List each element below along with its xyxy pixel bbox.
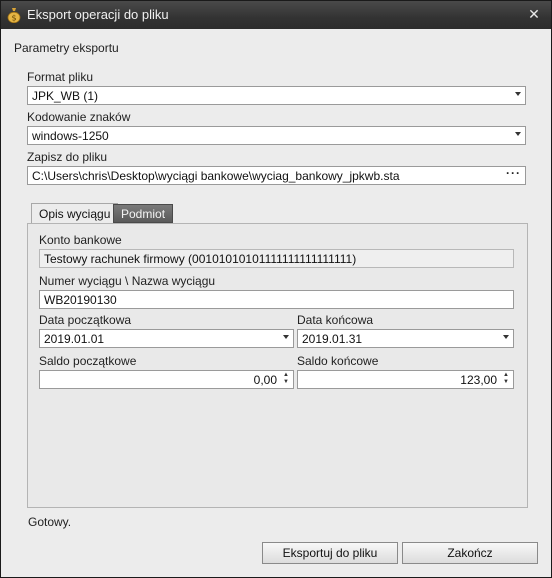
start-balance-stepper[interactable]: 0,00 ▲ ▼ bbox=[39, 370, 294, 389]
svg-text:$: $ bbox=[11, 14, 16, 23]
chevron-down-icon bbox=[503, 335, 509, 339]
start-date-label: Data początkowa bbox=[39, 313, 132, 327]
spin-arrows-icon[interactable]: ▲ ▼ bbox=[282, 372, 290, 387]
end-balance-label: Saldo końcowe bbox=[297, 354, 379, 368]
start-balance-label: Saldo początkowe bbox=[39, 354, 137, 368]
save-path-value: C:\Users\chris\Desktop\wyciągi bankowe\w… bbox=[32, 169, 400, 183]
end-date-value: 2019.01.31 bbox=[302, 332, 363, 346]
close-icon[interactable]: ✕ bbox=[525, 5, 543, 23]
end-date-picker[interactable]: 2019.01.31 bbox=[297, 329, 514, 348]
format-dropdown[interactable]: JPK_WB (1) bbox=[27, 86, 526, 105]
chevron-down-icon bbox=[283, 335, 289, 339]
export-button[interactable]: Eksportuj do pliku bbox=[262, 542, 398, 564]
finish-button[interactable]: Zakończ bbox=[402, 542, 538, 564]
account-value: Testowy rachunek firmowy (00101010101111… bbox=[44, 252, 357, 266]
export-dialog-window: $ Eksport operacji do pliku ✕ Parametry … bbox=[0, 0, 552, 578]
money-bag-icon: $ bbox=[7, 8, 21, 23]
start-balance-value: 0,00 bbox=[253, 373, 277, 387]
end-balance-value: 123,00 bbox=[460, 373, 497, 387]
end-date-label: Data końcowa bbox=[297, 313, 374, 327]
statement-number-input[interactable]: WB20190130 bbox=[39, 290, 514, 309]
spin-arrows-icon[interactable]: ▲ ▼ bbox=[502, 372, 510, 387]
tab-opis-wyciagu[interactable]: Opis wyciągu bbox=[31, 203, 119, 224]
end-balance-stepper[interactable]: 123,00 ▲ ▼ bbox=[297, 370, 514, 389]
encoding-value: windows-1250 bbox=[32, 129, 109, 143]
dialog-content: Parametry eksportu Format pliku JPK_WB (… bbox=[4, 31, 548, 575]
encoding-dropdown[interactable]: windows-1250 bbox=[27, 126, 526, 145]
format-value: JPK_WB (1) bbox=[32, 89, 99, 103]
section-title: Parametry eksportu bbox=[14, 41, 119, 55]
status-text: Gotowy. bbox=[28, 515, 72, 529]
start-date-picker[interactable]: 2019.01.01 bbox=[39, 329, 294, 348]
statement-number-label: Numer wyciągu \ Nazwa wyciągu bbox=[39, 274, 216, 288]
format-label: Format pliku bbox=[27, 70, 94, 84]
title-bar[interactable]: $ Eksport operacji do pliku ✕ bbox=[1, 1, 551, 29]
tab-panel: Konto bankowe Testowy rachunek firmowy (… bbox=[27, 223, 528, 508]
save-to-label: Zapisz do pliku bbox=[27, 150, 108, 164]
chevron-down-icon bbox=[515, 132, 521, 136]
chevron-down-icon bbox=[515, 92, 521, 96]
window-title: Eksport operacji do pliku bbox=[27, 7, 169, 22]
start-date-value: 2019.01.01 bbox=[44, 332, 105, 346]
browse-icon[interactable]: ··· bbox=[506, 167, 521, 180]
save-path-input[interactable]: C:\Users\chris\Desktop\wyciągi bankowe\w… bbox=[27, 166, 526, 185]
account-label: Konto bankowe bbox=[39, 233, 122, 247]
statement-number-value: WB20190130 bbox=[44, 293, 117, 307]
account-field: Testowy rachunek firmowy (00101010101111… bbox=[39, 249, 514, 268]
tab-podmiot[interactable]: Podmiot bbox=[113, 204, 174, 223]
encoding-label: Kodowanie znaków bbox=[27, 110, 131, 124]
